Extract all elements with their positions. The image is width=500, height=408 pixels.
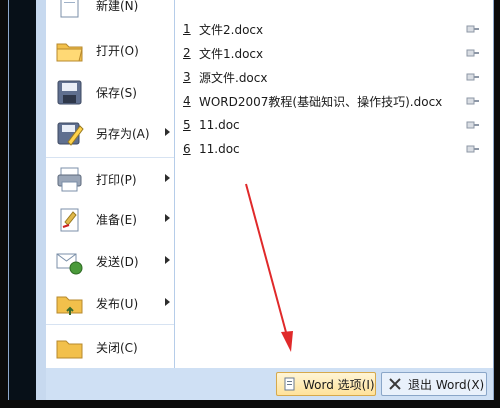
pin-icon[interactable] — [466, 95, 480, 107]
word-options-button[interactable]: Word 选项(I) — [276, 372, 376, 396]
menu-item-save-label: 保存(S) — [96, 85, 137, 100]
recent-document-item[interactable]: 4 WORD2007教程(基础知识、操作技巧).docx — [175, 89, 493, 113]
recent-document-name: 源文件.docx — [199, 70, 268, 85]
menu-item-send-label: 发送(D) — [96, 254, 139, 269]
recent-document-item[interactable]: 1 文件2.docx — [175, 17, 493, 41]
recent-document-name: 11.doc — [199, 118, 240, 132]
recent-document-index: 3 — [183, 70, 191, 84]
printer-icon — [57, 167, 82, 191]
office-menu-panel: 新建(N) 打开(O) 保存(S) 另存为(A) 打印(P) 准备(E) 发送(… — [46, 0, 493, 368]
pin-icon[interactable] — [466, 23, 480, 35]
submenu-arrow-icon — [165, 298, 170, 306]
submenu-arrow-icon — [165, 256, 170, 264]
submenu-arrow-icon — [165, 214, 170, 222]
menu-item-close-label: 关闭(C) — [96, 340, 138, 355]
menu-item-publish-label: 发布(U) — [96, 296, 139, 311]
recent-documents-list: 1 文件2.docx 2 文件1.docx 3 源文件.docx 4 WORD2… — [175, 0, 493, 368]
menu-item-save-as[interactable]: 另存为(A) — [46, 114, 174, 152]
recent-document-index: 5 — [183, 118, 191, 132]
menu-item-open-label: 打开(O) — [96, 43, 139, 58]
menu-item-prepare-label: 准备(E) — [96, 212, 137, 227]
pin-icon[interactable] — [466, 119, 480, 131]
close-folder-icon — [56, 340, 83, 358]
menu-item-save[interactable]: 保存(S) — [46, 73, 174, 111]
menu-item-print[interactable]: 打印(P) — [46, 160, 174, 198]
save-disk-icon — [57, 80, 82, 104]
office-menu-frame: 新建(N) 打开(O) 保存(S) 另存为(A) 打印(P) 准备(E) 发送(… — [8, 0, 494, 400]
recent-document-name: 文件2.docx — [199, 22, 264, 37]
options-page-icon — [284, 377, 295, 391]
menu-item-publish[interactable]: 发布(U) — [46, 284, 174, 322]
new-document-icon — [60, 0, 79, 17]
exit-word-button[interactable]: 退出 Word(X) — [381, 372, 487, 396]
recent-document-index: 4 — [183, 94, 191, 108]
menu-item-close[interactable]: 关闭(C) — [46, 328, 174, 366]
pin-icon[interactable] — [466, 143, 480, 155]
menu-item-new[interactable]: 新建(N) — [46, 0, 174, 24]
menu-separator — [46, 157, 174, 158]
recent-document-name: WORD2007教程(基础知识、操作技巧).docx — [199, 94, 443, 109]
menu-item-print-label: 打印(P) — [96, 172, 137, 187]
recent-document-name: 文件1.docx — [199, 46, 264, 61]
menu-item-new-label: 新建(N) — [96, 0, 139, 13]
office-menu-footer: Word 选项(I) 退出 Word(X) — [46, 368, 493, 400]
submenu-arrow-icon — [165, 128, 170, 136]
pin-icon[interactable] — [466, 47, 480, 59]
recent-document-item[interactable]: 5 11.doc — [175, 113, 493, 137]
close-x-icon — [389, 378, 401, 390]
word-options-label: Word 选项(I) — [303, 377, 375, 392]
recent-document-item[interactable]: 2 文件1.docx — [175, 41, 493, 65]
recent-document-index: 6 — [183, 142, 191, 156]
save-as-icon — [57, 122, 84, 146]
recent-document-item[interactable]: 6 11.doc — [175, 137, 493, 161]
recent-document-name: 11.doc — [199, 142, 240, 156]
menu-item-send[interactable]: 发送(D) — [46, 242, 174, 280]
menu-separator — [46, 324, 174, 325]
prepare-document-icon — [60, 208, 79, 231]
recent-document-index: 1 — [183, 22, 191, 36]
office-menu-commands: 新建(N) 打开(O) 保存(S) 另存为(A) 打印(P) 准备(E) 发送(… — [46, 0, 175, 368]
send-mail-icon — [56, 253, 83, 274]
exit-word-label: 退出 Word(X) — [408, 377, 485, 392]
recent-document-item[interactable]: 3 源文件.docx — [175, 65, 493, 89]
menu-item-open[interactable]: 打开(O) — [46, 31, 174, 69]
pin-icon[interactable] — [466, 71, 480, 83]
submenu-arrow-icon — [165, 174, 170, 182]
recent-document-index: 2 — [183, 46, 191, 60]
menu-item-prepare[interactable]: 准备(E) — [46, 200, 174, 238]
menu-item-save-as-label: 另存为(A) — [96, 126, 150, 141]
open-folder-icon — [56, 43, 83, 61]
publish-folder-icon — [56, 296, 83, 315]
